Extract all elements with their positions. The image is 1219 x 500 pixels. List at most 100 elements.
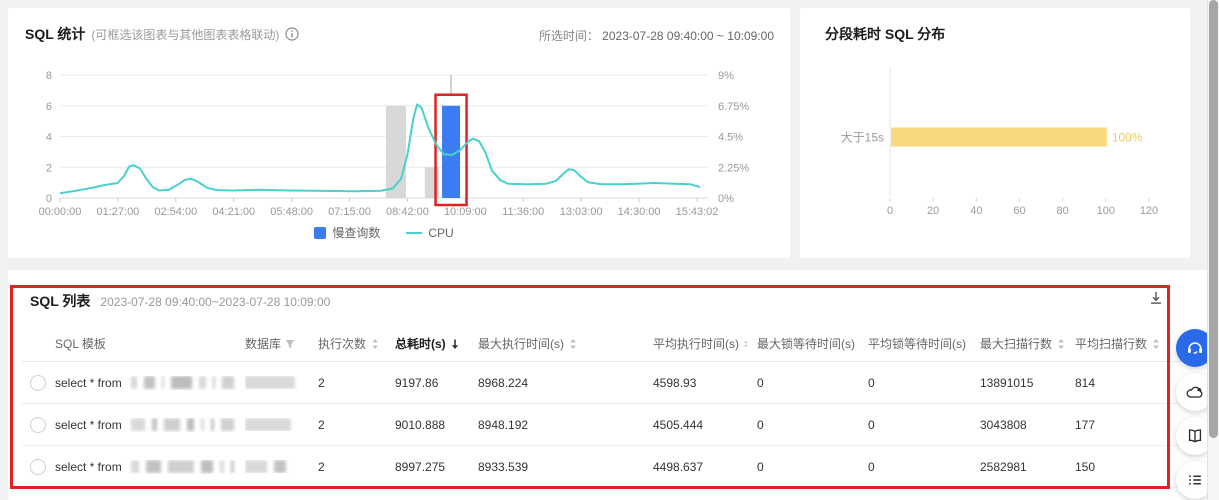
column-label: 数据库 — [245, 337, 282, 351]
redacted-text — [168, 460, 195, 473]
svg-text:100: 100 — [1097, 205, 1115, 217]
cell-avg_exec: 4505.444 — [653, 417, 704, 432]
column-label: 平均扫描行数 — [1075, 337, 1148, 351]
svg-text:0: 0 — [46, 193, 52, 205]
radio-cell — [22, 374, 55, 391]
sort-icon — [1058, 338, 1065, 349]
column-header-db[interactable]: 数据库 — [245, 335, 318, 352]
column-header-max_exec[interactable]: 最大执行时间(s) — [478, 335, 653, 352]
legend-item-慢查询数[interactable]: 慢查询数 — [314, 224, 380, 241]
open-book-icon — [1188, 429, 1202, 443]
sql-list-panel: SQL 列表 2023-07-28 09:40:00~2023-07-28 10… — [8, 270, 1211, 500]
seg-dist-panel: 分段耗时 SQL 分布 0 20 40 60 80 100 120 大于15s 100% — [800, 8, 1190, 258]
sql-list-time-range: 2023-07-28 09:40:00~2023-07-28 10:09:00 — [100, 295, 331, 309]
redacted-text — [170, 376, 193, 389]
svg-text:0%: 0% — [718, 193, 734, 205]
svg-text:100%: 100% — [1112, 131, 1143, 145]
sql-text: select * from — [55, 375, 122, 390]
list-icon — [1189, 475, 1201, 485]
svg-text:04:21:00: 04:21:00 — [212, 206, 255, 218]
svg-text:60: 60 — [1013, 205, 1025, 217]
svg-text:2: 2 — [46, 162, 52, 174]
svg-text:14:30:00: 14:30:00 — [618, 206, 661, 218]
column-label: 平均锁等待时间(s) — [868, 337, 966, 351]
cell-max_scan: 13891015 — [980, 375, 1034, 390]
table-row[interactable]: select * from 2 9010.888 8948.192 4505.444 0 0… — [22, 404, 1211, 446]
cloud-bell-icon — [1186, 386, 1203, 398]
table-row[interactable]: select * from 2 9197.86 8968.224 4598.93 0 0 13… — [22, 362, 1211, 404]
sort-icon — [1153, 338, 1160, 349]
headset-icon — [1188, 342, 1202, 354]
sql-text: select * from — [55, 459, 122, 474]
sort-icon — [970, 342, 972, 345]
column-header-avg_lock[interactable]: 平均锁等待时间(s) — [868, 335, 980, 352]
cell-max_scan: 3043808 — [980, 417, 1027, 432]
scrollbar-thumb[interactable] — [1209, 0, 1218, 438]
redacted-text — [210, 418, 215, 431]
cell-avg_exec: 4498.637 — [653, 459, 704, 474]
svg-text:15:43:02: 15:43:02 — [676, 206, 719, 218]
redacted-text — [221, 418, 234, 431]
cell-sql: select * from — [55, 418, 245, 432]
svg-text:4.5%: 4.5% — [718, 132, 743, 144]
cell-total: 8997.275 — [395, 459, 446, 474]
legend-label: CPU — [428, 225, 454, 240]
sort-icon — [744, 340, 748, 347]
redacted-text — [222, 376, 234, 389]
row-radio[interactable] — [30, 458, 46, 475]
column-label: 最大执行时间(s) — [478, 337, 564, 351]
redacted-text — [130, 376, 138, 389]
cell-avg_lock: 0 — [868, 417, 875, 432]
cell-total: 9010.888 — [395, 417, 446, 432]
svg-text:2.25%: 2.25% — [718, 162, 749, 174]
svg-text:01:27:00: 01:27:00 — [96, 206, 139, 218]
filter-icon — [285, 339, 295, 348]
sql-text: select * from — [55, 417, 122, 432]
svg-text:07:15:00: 07:15:00 — [328, 206, 371, 218]
redacted-text — [144, 376, 155, 389]
column-header-total[interactable]: 总耗时(s) — [395, 335, 478, 352]
column-header-avg_exec[interactable]: 平均执行时间(s) — [653, 335, 757, 352]
table-row[interactable]: select * from 2 8997.275 8933.539 4498.637 0 0… — [22, 446, 1211, 488]
cell-sql: select * from — [55, 376, 245, 390]
redacted-text — [130, 460, 139, 473]
page-scrollbar[interactable] — [1207, 0, 1219, 500]
sort-desc-icon — [451, 339, 458, 349]
legend-label: 慢查询数 — [332, 226, 381, 240]
table-header-row: SQL 模板 数据库 执行次数 总耗时(s) 最大执行时间(s) 平均执行时间(s) 最大锁… — [22, 326, 1211, 362]
svg-text:80: 80 — [1057, 205, 1069, 217]
cell-avg_lock: 0 — [868, 459, 875, 474]
radio-cell — [22, 416, 55, 433]
svg-text:8: 8 — [46, 70, 52, 82]
row-radio[interactable] — [30, 374, 46, 391]
legend-item-CPU[interactable]: CPU — [406, 225, 454, 240]
redacted-text — [200, 418, 204, 431]
cell-count: 2 — [318, 459, 325, 474]
column-label: 执行次数 — [318, 337, 367, 351]
sql-stats-chart[interactable]: 0 0% 2 2.25% 4 4.5% 6 6.75% 8 9% 00:00:00 01:27:00 0… — [8, 8, 790, 258]
redacted-text — [245, 418, 291, 431]
cell-max_exec: 8948.192 — [478, 417, 529, 432]
redacted-text — [274, 460, 286, 473]
column-label: 最大扫描行数 — [980, 337, 1053, 351]
row-radio[interactable] — [30, 416, 46, 433]
column-header-count[interactable]: 执行次数 — [318, 335, 395, 352]
svg-text:05:48:00: 05:48:00 — [270, 206, 313, 218]
svg-text:08:42:00: 08:42:00 — [386, 206, 429, 218]
redacted-text — [161, 376, 164, 389]
redacted-text — [130, 418, 145, 431]
seg-dist-chart[interactable]: 0 20 40 60 80 100 120 大于15s 100% — [800, 8, 1190, 258]
svg-text:大于15s: 大于15s — [841, 131, 884, 145]
cell-db — [245, 376, 318, 389]
column-header-max_scan[interactable]: 最大扫描行数 — [980, 335, 1075, 352]
sql-stats-panel: SQL 统计 (可框选该图表与其他图表表格联动) 所选时间： 2023-07-2… — [8, 8, 790, 258]
download-icon[interactable] — [1146, 288, 1166, 308]
cell-max_lock: 0 — [757, 459, 764, 474]
column-label: SQL 模板 — [55, 337, 106, 351]
column-header-sql: SQL 模板 — [55, 335, 245, 352]
svg-text:11:36:00: 11:36:00 — [502, 206, 544, 218]
redacted-text — [230, 460, 234, 473]
cell-sql: select * from — [55, 460, 245, 474]
column-header-max_lock[interactable]: 最大锁等待时间(s) — [757, 335, 868, 352]
svg-text:4: 4 — [46, 132, 52, 144]
